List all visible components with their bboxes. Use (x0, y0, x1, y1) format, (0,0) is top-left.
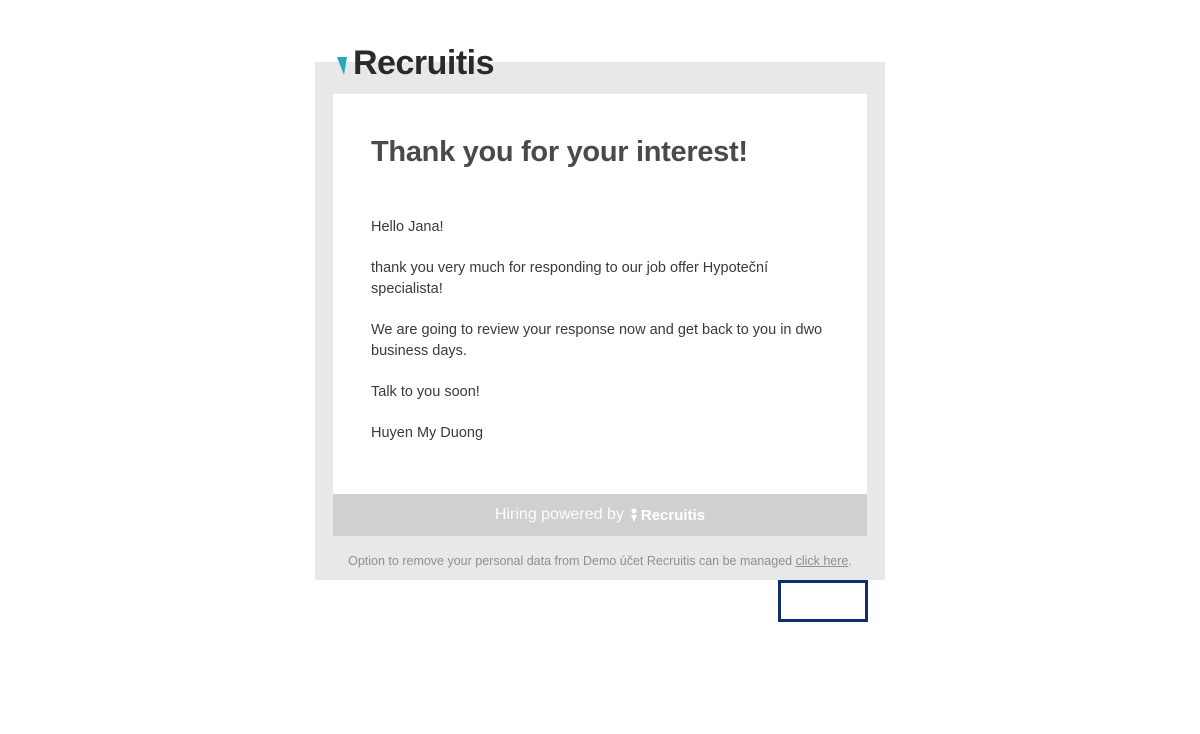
disclaimer-suffix: . (848, 554, 851, 568)
body-line-2: We are going to review your response now… (371, 320, 829, 362)
powered-by-text: Hiring powered by (495, 506, 624, 524)
body-line-3: Talk to you soon! (371, 382, 829, 403)
footer-banner: Hiring powered by Recruitis (333, 494, 867, 536)
disclaimer-prefix: Option to remove your personal data from… (348, 554, 795, 568)
footer-logo-text: Recruitis (641, 507, 705, 524)
click-here-link[interactable]: click here (796, 554, 849, 568)
message-card: Thank you for your interest! Hello Jana!… (333, 94, 867, 494)
logo-text: Recruitis (353, 44, 494, 83)
footer-logo: Recruitis (629, 507, 705, 524)
header-logo-area: Recruitis (315, 62, 885, 74)
card-heading: Thank you for your interest! (371, 136, 829, 169)
disclaimer-text: Option to remove your personal data from… (315, 536, 885, 580)
annotation-highlight-box (778, 580, 868, 622)
email-container: Recruitis Thank you for your interest! H… (315, 62, 885, 580)
logo-accent-icon (337, 57, 347, 75)
greeting-text: Hello Jana! (371, 217, 829, 238)
signature: Huyen My Duong (371, 423, 829, 444)
body-line-1: thank you very much for responding to ou… (371, 258, 829, 300)
footer-logo-icon (629, 508, 639, 522)
